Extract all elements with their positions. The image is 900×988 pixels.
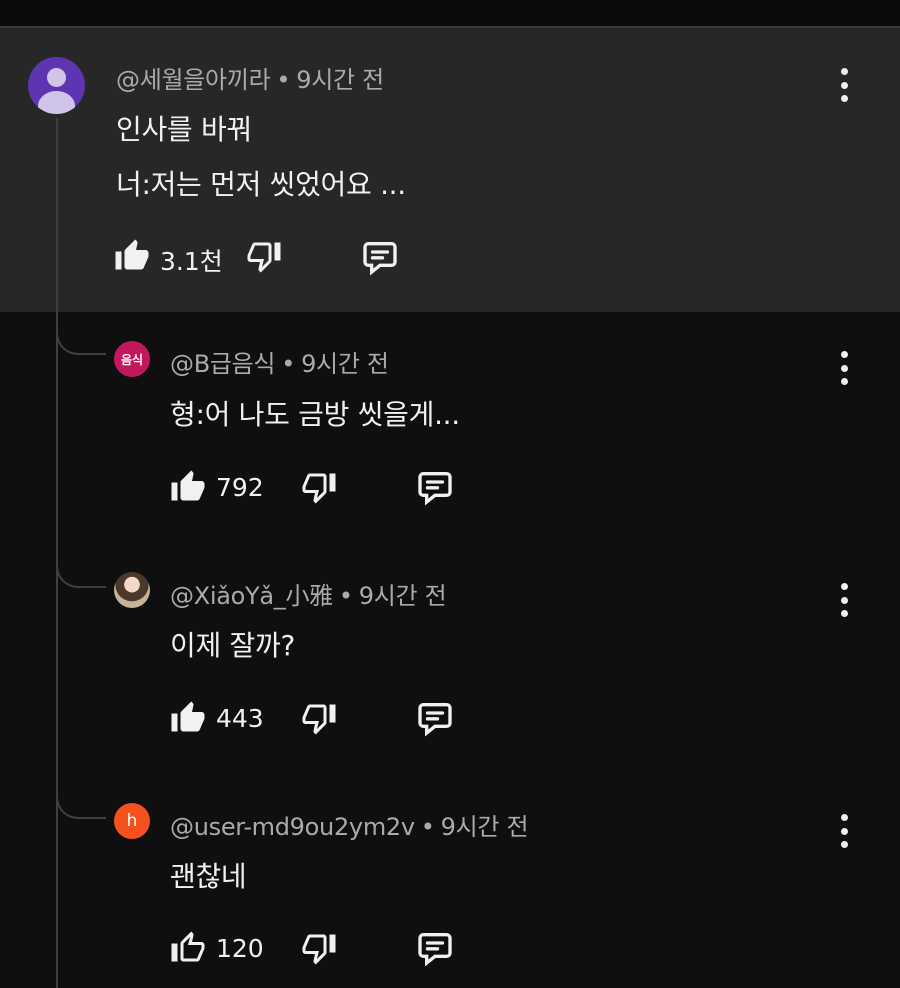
reply-button[interactable] [415,698,455,738]
comment-text-line: 인사를 바꿔 [116,113,252,146]
comment-text-line: 괜찮네 [170,860,247,893]
thumbs-up-icon [115,239,149,270]
avatar[interactable]: h [114,803,150,839]
avatar-head [47,68,66,87]
dislike-button[interactable] [301,930,337,966]
thumbs-down-icon [302,704,336,735]
avatar[interactable] [28,57,85,114]
comment-reply-icon [363,242,397,276]
thumbs-up-icon [171,701,205,732]
reply-connector-3 [56,588,106,819]
thumbs-down-icon [247,242,281,273]
separator-dot: • [276,66,291,94]
thumbs-down-icon [302,934,336,965]
avatar-label: 음식 [120,352,144,367]
comment-reply-icon [418,472,452,506]
like-button[interactable] [170,700,206,736]
avatar-body [38,91,75,114]
reply-button[interactable] [415,928,455,968]
author-name[interactable]: @B급음식 [170,350,276,378]
comment-text-line: 형:어 나도 금방 씻을게... [170,398,460,431]
more-vertical-icon[interactable] [834,583,854,617]
comment-time: 9시간 전 [358,582,447,610]
comment-meta: @세월을아끼라 • 9시간 전 [116,60,384,95]
like-count: 3.1천 [160,247,223,276]
like-button[interactable] [114,238,150,274]
comment-meta: @user-md9ou2ym2v • 9시간 전 [170,807,529,842]
comment-reply-icon [418,933,452,967]
comment-text-line: 너:저는 먼저 씻었어요 ... [116,168,406,201]
author-name[interactable]: @user-md9ou2ym2v [170,813,415,841]
comment-time: 9시간 전 [440,813,529,841]
reply-connector-2 [56,355,106,588]
more-vertical-icon[interactable] [834,814,854,848]
thumbs-up-icon [171,470,205,501]
dislike-button[interactable] [246,238,282,274]
like-button[interactable] [170,930,206,966]
thumbs-up-icon [171,931,205,962]
reply-button[interactable] [360,237,400,277]
more-vertical-icon[interactable] [834,68,854,102]
comment-text-line: 이제 잘까? [170,629,296,662]
thumbs-down-icon [302,473,336,504]
comment-meta: @B급음식 • 9시간 전 [170,344,389,379]
separator-dot: • [420,813,435,841]
comment-time: 9시간 전 [296,66,384,94]
separator-dot: • [338,582,353,610]
top-strip [0,0,900,26]
like-count: 120 [216,934,264,963]
author-name[interactable]: @XiǎoYǎ_小雅 [170,582,333,610]
avatar-label: h [126,811,138,831]
like-count: 443 [216,704,264,733]
dislike-button[interactable] [301,469,337,505]
comment-time: 9시간 전 [301,350,389,378]
dislike-button[interactable] [301,700,337,736]
separator-dot: • [281,350,296,378]
comment-reply-icon [418,703,452,737]
avatar[interactable]: 음식 [114,341,150,377]
reply-button[interactable] [415,467,455,507]
like-button[interactable] [170,469,206,505]
reply-connector-1 [56,312,106,355]
like-count: 792 [216,473,264,502]
avatar[interactable] [114,572,150,608]
comment-meta: @XiǎoYǎ_小雅 • 9시간 전 [170,576,447,611]
more-vertical-icon[interactable] [834,351,854,385]
author-name[interactable]: @세월을아끼라 [116,66,271,94]
